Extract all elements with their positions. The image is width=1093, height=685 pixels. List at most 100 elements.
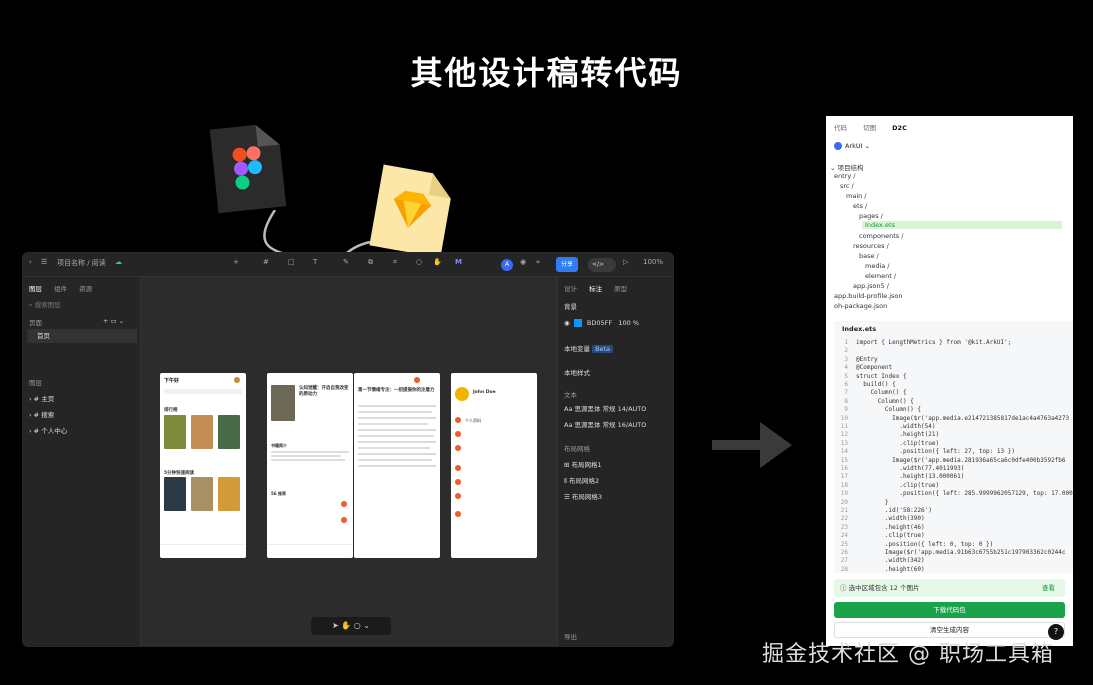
bg-opacity-value[interactable]: 100 — [618, 319, 630, 327]
code-line: 5 struct Index { — [834, 373, 906, 380]
canvas-toolbar[interactable]: ➤ ✋ ○ ⌄ — [311, 617, 391, 635]
comment-icon[interactable]: ○ — [416, 258, 422, 266]
layer-search-input[interactable]: ⌕ 搜索图层 — [29, 299, 133, 310]
location-icon[interactable]: ⌖ — [536, 258, 540, 267]
editor-topbar: ‹ ☰ 项目名称 / 阅读 ☁ + # □ T ✎ ⧉ ⌗ ○ ✋ M A ◉ … — [23, 253, 673, 277]
tree-item[interactable]: src / — [840, 182, 854, 190]
breadcrumb[interactable]: 项目名称 / 阅读 — [57, 258, 106, 268]
tree-item[interactable]: ets / — [853, 202, 867, 210]
code-text: Column() { — [856, 397, 914, 405]
tree-item[interactable]: entry / — [834, 172, 855, 180]
hand-icon[interactable]: ✋ — [433, 258, 442, 266]
export-label[interactable]: 导出 — [564, 631, 577, 641]
text-line — [358, 423, 428, 425]
tree-item[interactable]: oh-package.json — [834, 302, 887, 310]
avatar[interactable]: A — [501, 259, 513, 271]
text-line — [358, 465, 436, 467]
local-variables[interactable]: 本地变量 Beta — [564, 343, 614, 353]
layer-item[interactable]: › # 个人中心 — [29, 425, 67, 435]
tab-design[interactable]: 设计 — [564, 285, 577, 293]
design-canvas[interactable]: 下午好 排行榜 5分钟快速阅读 认知觉醒：开启自我改变的原动力 书籍简介 56 … — [141, 277, 557, 646]
code-viewer[interactable]: Index.ets 1 import { LengthMetrics } from… — [834, 321, 1073, 573]
code-mode-toggle[interactable]: </> — [588, 258, 616, 272]
right-arrow-icon — [712, 422, 792, 468]
tab-bar — [267, 544, 353, 558]
code-line: 26 Image($r('app.media.91b63c6755b251c19… — [834, 549, 1066, 556]
back-icon[interactable]: ‹ — [29, 258, 32, 266]
tree-item[interactable]: app.json5 / — [853, 282, 889, 290]
tree-item-selected[interactable]: Index.ets — [862, 221, 1062, 229]
view-images-link[interactable]: 查看 — [1042, 579, 1055, 597]
code-line: 24 .clip(true) — [834, 532, 925, 539]
code-text: @Component — [856, 364, 893, 372]
code-filename: Index.ets — [842, 325, 877, 333]
tab-slices[interactable]: 切图 — [863, 124, 876, 132]
phone-frame-book[interactable]: 认知觉醒：开启自我改变的原动力 书籍简介 56 推荐 — [267, 373, 353, 558]
grid-style-item[interactable]: ☰ 布局网格3 — [564, 491, 602, 501]
book-cover — [164, 415, 186, 449]
tree-item[interactable]: app.build-profile.json — [834, 292, 903, 300]
tree-item[interactable]: media / — [865, 262, 890, 270]
tree-item[interactable]: pages / — [859, 212, 883, 220]
tab-prototype[interactable]: 原型 — [614, 285, 627, 293]
avatar — [455, 387, 469, 401]
code-text: .width(342) — [856, 557, 925, 565]
grid-style-item[interactable]: ⦀ 布局网格2 — [564, 475, 599, 486]
tab-code[interactable]: 代码 — [834, 124, 847, 132]
add-icon[interactable]: + — [233, 258, 239, 266]
rectangle-icon[interactable]: □ — [288, 258, 295, 266]
line-number: 20 — [840, 498, 848, 506]
code-line: 14 .position({ left: 27, top: 13 }) — [834, 448, 1015, 455]
tree-item[interactable]: main / — [846, 192, 867, 200]
menu-icon — [455, 431, 461, 437]
play-icon[interactable]: ▷ — [623, 258, 628, 266]
framework-select[interactable]: ArkUI ⌄ — [834, 142, 870, 150]
text-line — [271, 455, 341, 457]
layer-item[interactable]: › # 搜索 — [29, 409, 54, 419]
bg-color-value[interactable]: BD05FF — [587, 319, 612, 327]
color-swatch[interactable] — [573, 319, 582, 327]
tree-item[interactable]: components / — [859, 232, 903, 240]
text-style-item[interactable]: Aa 思源黑体 常规 14/AUTO — [564, 403, 646, 413]
code-text: .width(390) — [856, 515, 925, 523]
share-button[interactable]: 分享 — [556, 257, 578, 272]
text-icon[interactable]: T — [313, 258, 317, 266]
grid-style-item[interactable]: ⊞ 布局网格1 — [564, 459, 602, 469]
download-code-button[interactable]: 下载代码包 — [834, 602, 1065, 618]
code-line: 9 Column() { — [834, 406, 921, 413]
phone-frame-profile[interactable]: John Doe 个人资料 — [451, 373, 537, 558]
tree-item[interactable]: resources / — [853, 242, 889, 250]
page-item-home[interactable]: 首页 — [27, 329, 137, 343]
add-page-icon[interactable]: + ▭ ⌄ — [103, 317, 124, 325]
menu-icon[interactable]: ☰ — [41, 258, 47, 266]
text-style-item[interactable]: Aa 思源黑体 常规 16/AUTO — [564, 419, 646, 429]
code-text: .height(21) — [856, 431, 940, 439]
slide-title: 其他设计稿转代码 — [410, 54, 683, 92]
crop-icon[interactable]: ⌗ — [393, 258, 397, 267]
pen-icon[interactable]: ✎ — [343, 258, 349, 266]
line-number: 13 — [840, 439, 848, 447]
zoom-level[interactable]: 100% — [643, 258, 663, 266]
tree-item[interactable]: base / — [859, 252, 879, 260]
text-line — [271, 459, 345, 461]
tree-item[interactable]: element / — [865, 272, 896, 280]
eye-icon[interactable]: ◉ — [564, 319, 570, 327]
background-fill[interactable]: ◉ BD05FF 100 % — [564, 319, 639, 327]
tab-layers[interactable]: 图层 — [29, 285, 42, 293]
layer-item[interactable]: › # 主页 — [29, 393, 54, 403]
tab-d2c[interactable]: D2C — [892, 124, 907, 132]
frame-icon[interactable]: # — [263, 258, 269, 266]
phone-frame-home[interactable]: 下午好 排行榜 5分钟快速阅读 — [160, 373, 246, 558]
line-number: 18 — [840, 481, 848, 489]
dev-icon[interactable]: ◉ — [520, 258, 526, 266]
boolean-icon[interactable]: ⧉ — [368, 258, 373, 267]
tab-components[interactable]: 组件 — [54, 285, 67, 293]
line-number: 1 — [844, 339, 848, 346]
tab-assets[interactable]: 资源 — [79, 285, 92, 293]
code-text: .clip(true) — [856, 481, 940, 489]
code-text: .position({ left: 0, top: 0 }) — [856, 540, 994, 548]
phone-frame-chapter[interactable]: 第一节情绪专注：一招提振你的注意力 — [354, 373, 440, 558]
code-text: .height(60) — [856, 565, 925, 573]
cloud-icon: ☁ — [115, 258, 122, 266]
tab-annotate[interactable]: 标注 — [589, 285, 602, 293]
